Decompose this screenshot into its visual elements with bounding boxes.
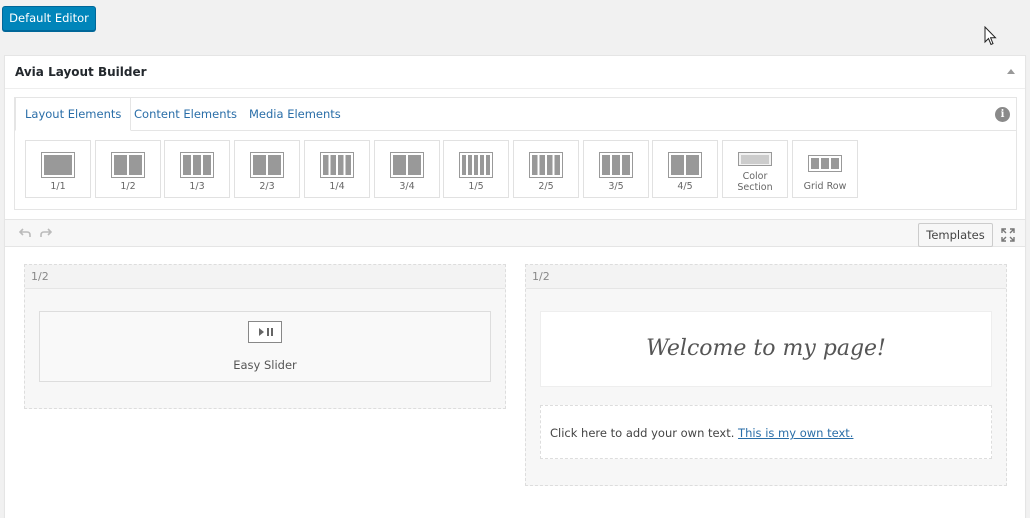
column-3-5-icon xyxy=(599,152,633,178)
layout-element-label: 3/4 xyxy=(399,181,415,192)
layout-element-label-line: Color xyxy=(742,171,768,182)
layout-element-1-2[interactable]: 1/2 xyxy=(95,140,161,198)
column-size-label: 1/2 xyxy=(532,270,550,283)
column-1-3-icon xyxy=(180,152,214,178)
layout-element-label: 4/5 xyxy=(677,181,693,192)
tab-media-elements[interactable]: Media Elements xyxy=(240,98,350,131)
column-1-5-icon xyxy=(459,152,493,178)
heading-text: Welcome to my page! xyxy=(646,336,886,361)
layout-element-label: 2/3 xyxy=(259,181,275,192)
layout-element-1-5[interactable]: 1/5 xyxy=(443,140,509,198)
info-icon[interactable]: i xyxy=(995,107,1010,122)
easy-slider-element[interactable]: Easy Slider xyxy=(39,311,491,382)
metabox-title: Avia Layout Builder xyxy=(15,65,147,79)
column-3-4-icon xyxy=(390,152,424,178)
layout-element-label: 1/2 xyxy=(120,181,136,192)
element-tabs-panel: Layout Elements Content Elements Media E… xyxy=(14,97,1017,210)
default-editor-button[interactable]: Default Editor xyxy=(2,6,96,31)
slider-play-pause-icon xyxy=(248,321,282,343)
layout-element-3-5[interactable]: 3/5 xyxy=(583,140,649,198)
column-left[interactable]: 1/2 Easy Slider xyxy=(24,264,506,409)
text-block-plain: Click here to add your own text. xyxy=(550,426,735,440)
layout-element-label: Color Section xyxy=(723,171,787,193)
layout-element-2-5[interactable]: 2/5 xyxy=(513,140,579,198)
tabs-bar: Layout Elements Content Elements Media E… xyxy=(15,97,1016,131)
column-right[interactable]: 1/2 Welcome to my page! Click here to ad… xyxy=(525,264,1007,486)
tab-content-elements[interactable]: Content Elements xyxy=(125,98,246,131)
fullscreen-icon[interactable] xyxy=(1001,228,1015,242)
easy-slider-label: Easy Slider xyxy=(233,358,297,372)
heading-element[interactable]: Welcome to my page! xyxy=(540,311,992,387)
column-1-2-icon xyxy=(111,152,145,178)
builder-toolbar: Templates xyxy=(5,219,1025,247)
layout-element-3-4[interactable]: 3/4 xyxy=(374,140,440,198)
column-1-1-icon xyxy=(41,152,75,178)
text-block-element[interactable]: Click here to add your own text. This is… xyxy=(540,405,992,459)
column-header[interactable]: 1/2 xyxy=(526,265,1006,289)
layout-builder-metabox: Avia Layout Builder Layout Elements Cont… xyxy=(4,55,1026,518)
text-block-content: Click here to add your own text. This is… xyxy=(550,426,853,440)
column-4-5-icon xyxy=(668,152,702,178)
undo-icon[interactable] xyxy=(19,228,31,238)
layout-element-2-3[interactable]: 2/3 xyxy=(234,140,300,198)
collapse-arrow-icon[interactable] xyxy=(1007,69,1015,74)
builder-canvas: 1/2 Easy Slider 1/2 Welcome to my page! xyxy=(5,248,1025,518)
redo-icon[interactable] xyxy=(40,228,52,238)
layout-element-label: 2/5 xyxy=(538,181,554,192)
layout-element-label: 3/5 xyxy=(608,181,624,192)
column-header[interactable]: 1/2 xyxy=(25,265,505,289)
column-1-4-icon xyxy=(320,152,354,178)
layout-element-1-4[interactable]: 1/4 xyxy=(304,140,370,198)
metabox-header[interactable]: Avia Layout Builder xyxy=(5,56,1025,89)
column-size-label: 1/2 xyxy=(31,270,49,283)
layout-element-label: 1/5 xyxy=(468,181,484,192)
tab-layout-elements[interactable]: Layout Elements xyxy=(15,97,132,131)
column-2-3-icon xyxy=(250,152,284,178)
layout-element-label-line: Section xyxy=(737,182,773,193)
layout-element-label: Grid Row xyxy=(803,181,847,192)
layout-element-1-3[interactable]: 1/3 xyxy=(164,140,230,198)
layout-element-label: 1/1 xyxy=(50,181,66,192)
layout-element-4-5[interactable]: 4/5 xyxy=(652,140,718,198)
layout-element-label: 1/4 xyxy=(329,181,345,192)
mouse-cursor-icon xyxy=(984,26,997,46)
templates-button[interactable]: Templates xyxy=(918,223,993,247)
layout-element-label: 1/3 xyxy=(189,181,205,192)
grid-row-icon xyxy=(808,155,842,172)
text-block-link[interactable]: This is my own text. xyxy=(738,426,853,440)
column-2-5-icon xyxy=(529,152,563,178)
layout-element-color-section[interactable]: Color Section xyxy=(722,140,788,198)
layout-element-grid-row[interactable]: Grid Row xyxy=(792,140,858,198)
layout-element-1-1[interactable]: 1/1 xyxy=(25,140,91,198)
